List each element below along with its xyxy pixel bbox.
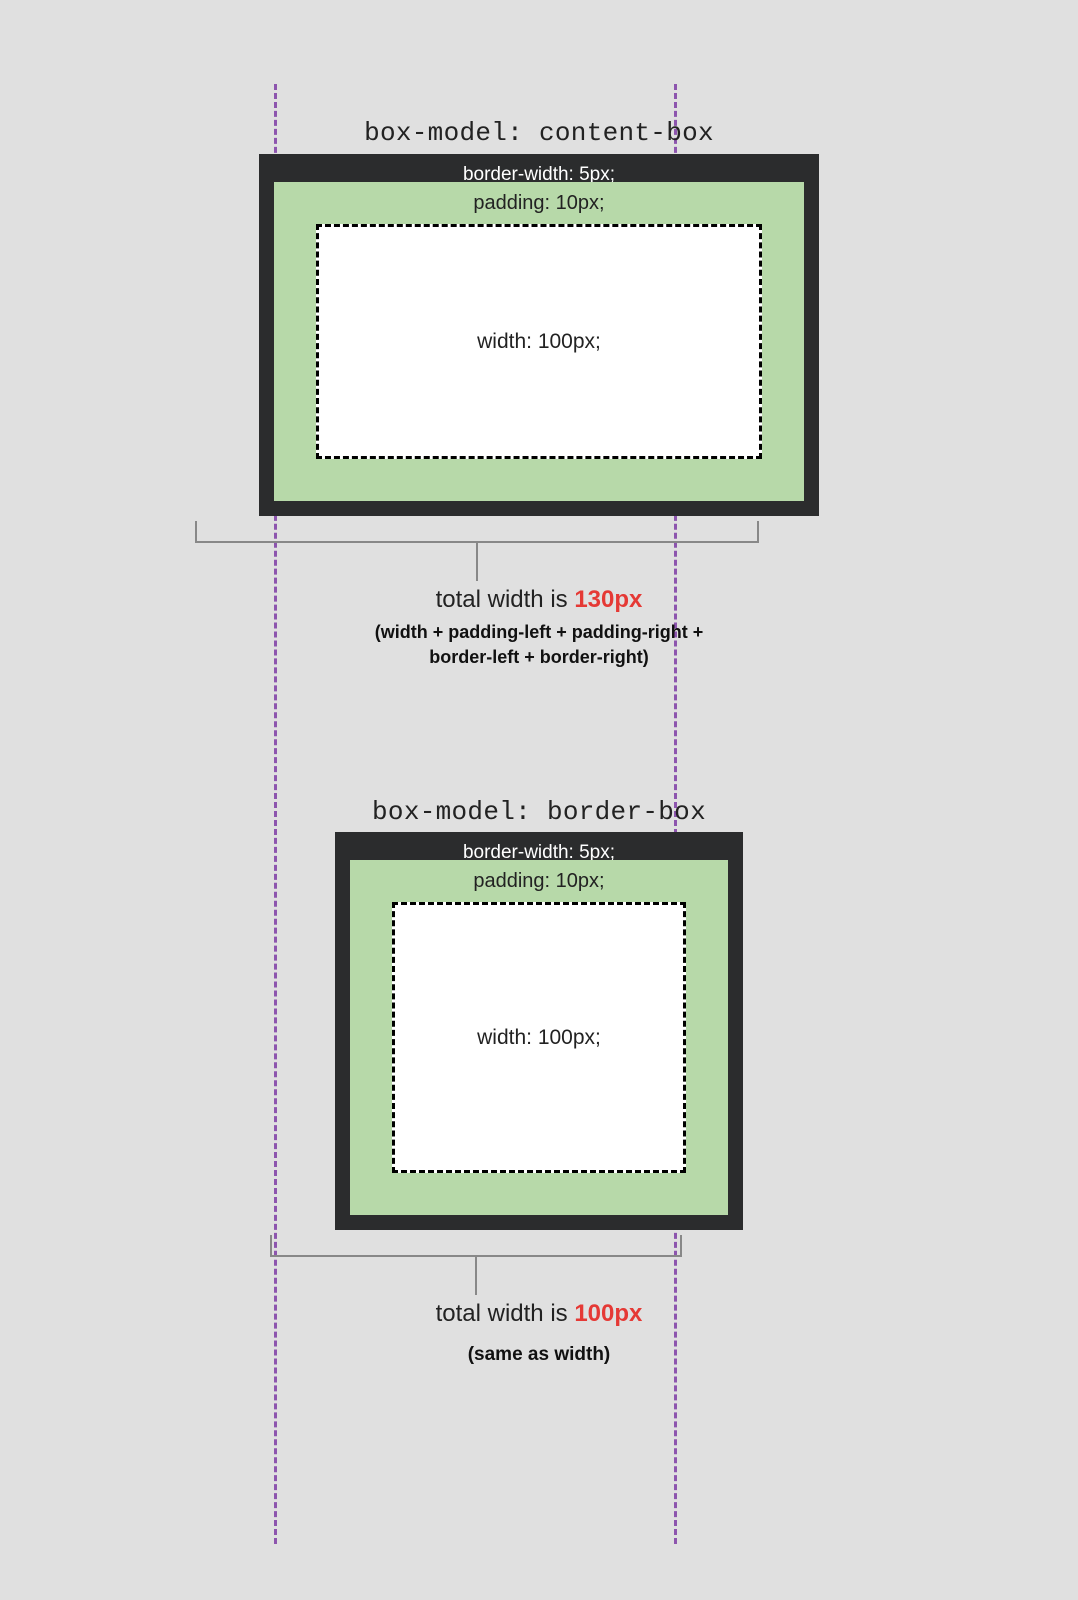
content-layer: width: 100px; <box>316 224 762 459</box>
border-box-diagram: border-width: 5px; padding: 10px; width:… <box>335 832 743 1230</box>
formula-line-1: (width + padding-left + padding-right + <box>375 622 703 642</box>
padding-layer: padding: 10px; width: 100px; <box>350 860 728 1215</box>
border-width-label: border-width: 5px; <box>274 167 804 182</box>
total-value: 100px <box>574 1300 642 1327</box>
border-layer: border-width: 5px; padding: 10px; width:… <box>335 832 743 1230</box>
border-layer: border-width: 5px; padding: 10px; width:… <box>259 154 819 516</box>
content-box-diagram: border-width: 5px; padding: 10px; width:… <box>259 154 819 516</box>
padding-layer: padding: 10px; width: 100px; <box>274 182 804 501</box>
total-prefix: total width is <box>436 586 575 613</box>
content-box-caption: total width is 130px (width + padding-le… <box>0 586 1078 670</box>
content-box-total-line: total width is 130px <box>0 586 1078 614</box>
content-layer: width: 100px; <box>392 902 686 1173</box>
width-label: width: 100px; <box>477 330 601 354</box>
border-box-note: (same as width) <box>0 1342 1078 1369</box>
padding-label: padding: 10px; <box>350 870 728 893</box>
content-box-formula: (width + padding-left + padding-right + … <box>0 620 1078 670</box>
width-label: width: 100px; <box>477 1026 601 1050</box>
border-box-total-line: total width is 100px <box>0 1300 1078 1328</box>
formula-line-2: border-left + border-right) <box>429 647 649 667</box>
total-value: 130px <box>574 586 642 613</box>
border-width-label: border-width: 5px; <box>350 845 728 860</box>
total-prefix: total width is <box>436 1300 575 1327</box>
border-box-caption: total width is 100px (same as width) <box>0 1300 1078 1369</box>
padding-label: padding: 10px; <box>274 192 804 215</box>
border-box-bracket <box>270 1235 682 1257</box>
border-box-heading: box-model: border-box <box>0 797 1078 827</box>
content-box-bracket <box>195 521 759 543</box>
content-box-heading: box-model: content-box <box>0 118 1078 148</box>
